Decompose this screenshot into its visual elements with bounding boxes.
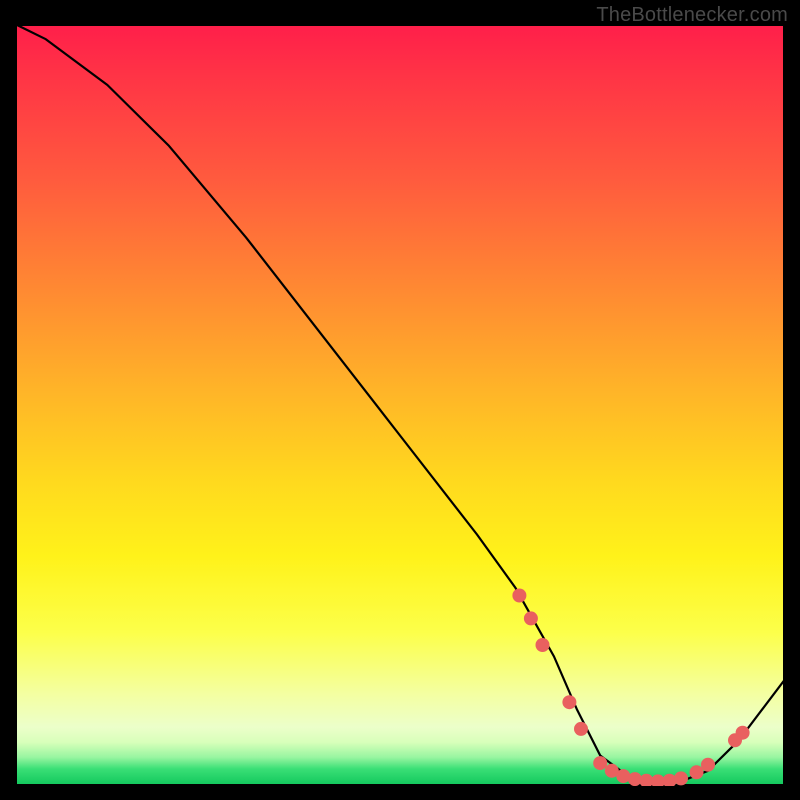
curve-marker bbox=[736, 726, 750, 740]
curve-layer bbox=[15, 24, 785, 786]
curve-marker bbox=[690, 765, 704, 779]
curve-markers bbox=[512, 589, 749, 787]
chart-stage: TheBottlenecker.com bbox=[0, 0, 800, 800]
curve-marker bbox=[536, 638, 550, 652]
curve-marker bbox=[701, 758, 715, 772]
curve-marker bbox=[593, 756, 607, 770]
bottleneck-curve-path bbox=[15, 24, 785, 782]
curve-marker bbox=[574, 722, 588, 736]
watermark-text: TheBottlenecker.com bbox=[596, 4, 788, 27]
curve-marker bbox=[562, 695, 576, 709]
curve-marker bbox=[512, 589, 526, 603]
curve-marker bbox=[524, 611, 538, 625]
plot-frame bbox=[15, 24, 785, 786]
curve-marker bbox=[674, 771, 688, 785]
